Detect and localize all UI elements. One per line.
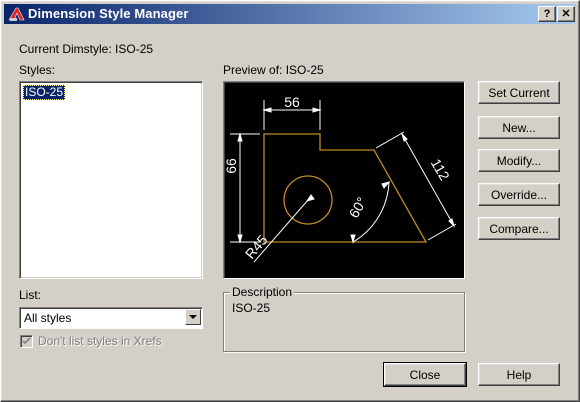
- vertical-dimension: [230, 132, 260, 244]
- preview-drawing: 56 66 112 60° R45: [224, 94, 457, 263]
- new-button[interactable]: New...: [478, 116, 560, 139]
- dim-66-label: 66: [224, 158, 239, 174]
- dim-112-label: 112: [428, 156, 453, 184]
- override-button[interactable]: Override...: [478, 183, 560, 206]
- xrefs-checkbox-label: Don't list styles in Xrefs: [38, 334, 162, 348]
- styles-list[interactable]: ISO-25: [19, 81, 203, 279]
- set-current-button[interactable]: Set Current: [478, 81, 560, 104]
- style-preview: 56 66 112 60° R45: [223, 81, 465, 279]
- current-dimstyle-value: ISO-25: [115, 42, 154, 56]
- part-outline: [263, 133, 428, 243]
- title-bar[interactable]: Dimension Style Manager ? ✕: [4, 4, 576, 24]
- chevron-down-icon[interactable]: [185, 309, 201, 325]
- description-label: Description: [230, 285, 295, 299]
- preview-label: Preview of:: [223, 63, 283, 77]
- xrefs-checkbox[interactable]: [20, 335, 33, 348]
- window-title: Dimension Style Manager: [28, 6, 189, 21]
- dim-r45-label: R45: [242, 232, 271, 262]
- dim-56-label: 56: [284, 94, 300, 110]
- dimension-style-manager-dialog: Dimension Style Manager ? ✕ Current Dims…: [0, 0, 580, 402]
- list-filter-value: All styles: [24, 311, 72, 325]
- list-label: List:: [19, 288, 42, 302]
- help-button[interactable]: Help: [478, 363, 560, 386]
- close-button[interactable]: Close: [383, 362, 467, 387]
- current-dimstyle-label: Current Dimstyle:: [19, 42, 112, 56]
- description-group: Description ISO-25: [223, 285, 465, 352]
- preview-style-name: ISO-25: [285, 63, 324, 77]
- description-text: ISO-25: [232, 301, 271, 315]
- list-item[interactable]: ISO-25: [23, 85, 66, 100]
- autocad-app-icon: [8, 6, 26, 22]
- list-filter-select[interactable]: All styles: [19, 307, 203, 329]
- preview-heading: Preview of: ISO-25: [223, 63, 324, 77]
- dim-60-label: 60°: [345, 194, 369, 220]
- styles-label: Styles:: [19, 63, 56, 77]
- compare-button[interactable]: Compare...: [478, 217, 560, 240]
- current-dimstyle: Current Dimstyle: ISO-25: [19, 42, 153, 56]
- modify-button[interactable]: Modify...: [478, 149, 560, 172]
- close-title-button[interactable]: ✕: [557, 6, 575, 22]
- checkmark-icon: [22, 337, 31, 345]
- help-title-button[interactable]: ?: [538, 6, 556, 22]
